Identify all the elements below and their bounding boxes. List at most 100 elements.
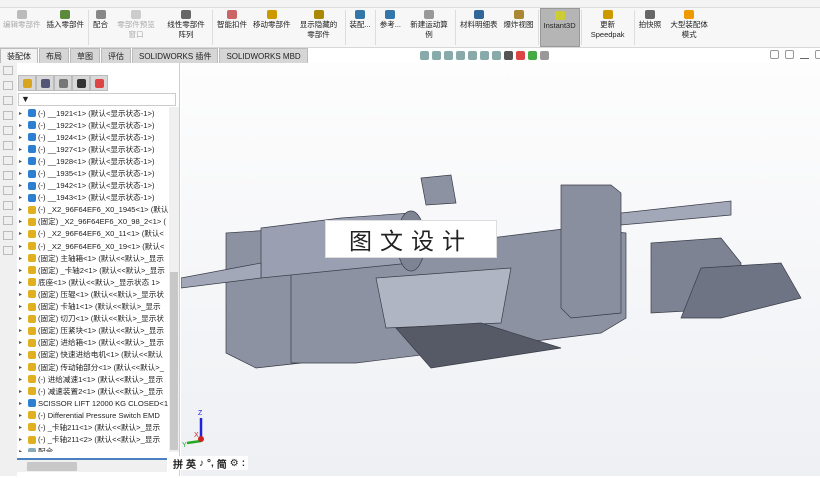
tree-item[interactable]: ▸ (固定) 传动轴部分<1> (默认<<默认>_ bbox=[17, 361, 169, 373]
expand-arrow-icon[interactable]: ▸ bbox=[17, 376, 25, 383]
expand-arrow-icon[interactable]: ▸ bbox=[17, 110, 25, 117]
command-button[interactable]: 爆炸视图 bbox=[501, 8, 537, 47]
ime-item[interactable]: 英 bbox=[186, 456, 196, 471]
tree-item[interactable]: ▸ (固定) 进给箱<1> (默认<<默认>_显示 bbox=[17, 337, 169, 349]
expand-arrow-icon[interactable]: ▸ bbox=[17, 388, 25, 395]
expand-arrow-icon[interactable]: ▸ bbox=[17, 448, 25, 452]
display-style-icon[interactable] bbox=[492, 51, 501, 60]
expand-arrow-icon[interactable]: ▸ bbox=[17, 291, 25, 298]
command-button[interactable]: Instant3D bbox=[539, 8, 580, 47]
command-button[interactable]: 智能扣件 bbox=[214, 8, 250, 47]
expand-arrow-icon[interactable]: ▸ bbox=[17, 267, 25, 274]
expand-arrow-icon[interactable]: ▸ bbox=[17, 339, 25, 346]
tree-item[interactable]: ▸ (-) __1935<1> (默认<显示状态-1>) bbox=[17, 167, 169, 179]
expand-arrow-icon[interactable]: ▸ bbox=[17, 146, 25, 153]
selection-filter-icon[interactable] bbox=[3, 171, 13, 180]
expand-arrow-icon[interactable]: ▸ bbox=[17, 158, 25, 165]
expand-arrow-icon[interactable]: ▸ bbox=[17, 243, 25, 250]
command-button[interactable]: 大型装配体模式 bbox=[664, 8, 714, 47]
selection-filter-icon[interactable] bbox=[3, 141, 13, 150]
tree-item[interactable]: ▸ (-) Differential Pressure Switch EMD bbox=[17, 409, 169, 421]
command-button[interactable]: 新建运动算例 bbox=[404, 8, 454, 47]
selection-filter-icon[interactable] bbox=[3, 231, 13, 240]
tree-item[interactable]: ▸ (-) __1943<1> (默认<显示状态-1>) bbox=[17, 192, 169, 204]
command-button[interactable]: 拍快照 bbox=[636, 8, 665, 47]
expand-arrow-icon[interactable]: ▸ bbox=[17, 230, 25, 237]
ime-item[interactable]: ♪ bbox=[199, 458, 204, 469]
command-button[interactable]: 材料明细表 bbox=[457, 8, 501, 47]
scroll-thumb[interactable] bbox=[170, 272, 178, 450]
expand-arrow-icon[interactable]: ▸ bbox=[17, 279, 25, 286]
graphics-area[interactable]: Z Y X bbox=[180, 63, 820, 476]
tile-left-icon[interactable] bbox=[770, 50, 779, 59]
expand-arrow-icon[interactable]: ▸ bbox=[17, 255, 25, 262]
tree-item[interactable]: ▸ (-) __1922<1> (默认<显示状态-1>) bbox=[17, 119, 169, 131]
tree-item[interactable]: ▸ (固定) _X2_96F64EF6_X0_98_2<1> ( bbox=[17, 216, 169, 228]
view-orientation-icon[interactable] bbox=[480, 51, 489, 60]
tree-item[interactable]: ▸ (固定) 主轴箱<1> (默认<<默认>_显示 bbox=[17, 252, 169, 264]
command-button[interactable]: 编辑零部件 bbox=[0, 8, 44, 47]
apply-scene-icon[interactable] bbox=[528, 51, 537, 60]
filter-icon[interactable]: ▼ bbox=[18, 93, 176, 106]
selection-filter-icon[interactable] bbox=[3, 96, 13, 105]
expand-arrow-icon[interactable]: ▸ bbox=[17, 436, 25, 443]
tree-item[interactable]: ▸ (固定) _卡轴2<1> (默认<<默认>_显示 bbox=[17, 264, 169, 276]
command-button[interactable]: 配合 bbox=[90, 8, 111, 47]
expand-arrow-icon[interactable]: ▸ bbox=[17, 122, 25, 129]
tree-item[interactable]: ▸ (-) __1927<1> (默认<显示状态-1>) bbox=[17, 143, 169, 155]
scroll-thumb[interactable] bbox=[27, 462, 77, 471]
selection-filter-icon[interactable] bbox=[3, 216, 13, 225]
tree-item[interactable]: ▸ (-) __1942<1> (默认<显示状态-1>) bbox=[17, 180, 169, 192]
selection-filter-icon[interactable] bbox=[3, 66, 13, 75]
ime-item[interactable]: : bbox=[242, 458, 245, 469]
expand-arrow-icon[interactable]: ▸ bbox=[17, 194, 25, 201]
tab-2[interactable]: 草图 bbox=[70, 48, 100, 63]
tab-1[interactable]: 布局 bbox=[39, 48, 69, 63]
selection-filter-icon[interactable] bbox=[3, 156, 13, 165]
property-manager-tab[interactable] bbox=[36, 75, 54, 91]
tree-item[interactable]: ▸ 底座<1> (默认<<默认>_显示状态 1> bbox=[17, 276, 169, 288]
selection-filter-icon[interactable] bbox=[3, 81, 13, 90]
minimize-icon[interactable] bbox=[800, 50, 809, 59]
expand-arrow-icon[interactable]: ▸ bbox=[17, 327, 25, 334]
expand-arrow-icon[interactable]: ▸ bbox=[17, 182, 25, 189]
dynamic-annotation-icon[interactable] bbox=[468, 51, 477, 60]
tree-item[interactable]: ▸ (-) 减速装置2<1> (默认<<默认>_显示 bbox=[17, 385, 169, 397]
tree-item[interactable]: ▸ (固定) 卡轴1<1> (默认<<默认>_显示 bbox=[17, 301, 169, 313]
ime-item[interactable]: 拼 bbox=[173, 456, 183, 471]
expand-arrow-icon[interactable]: ▸ bbox=[17, 351, 25, 358]
tree-item[interactable]: ▸ (-) _X2_96F64EF6_X0_11<1> (默认< bbox=[17, 228, 169, 240]
selection-filter-icon[interactable] bbox=[3, 201, 13, 210]
tree-item[interactable]: ▸ SCISSOR LIFT 12000 KG CLOSED<1 bbox=[17, 397, 169, 409]
command-button[interactable]: 装配... bbox=[347, 8, 374, 47]
tree-item[interactable]: ▸ (-) 进给减速1<1> (默认<<默认>_显示 bbox=[17, 373, 169, 385]
tree-item[interactable]: ▸ 配合 bbox=[17, 446, 169, 452]
expand-arrow-icon[interactable]: ▸ bbox=[17, 206, 25, 213]
tree-item[interactable]: ▸ (固定) 压辊<1> (默认<<默认>_显示状 bbox=[17, 288, 169, 300]
zoom-to-area-icon[interactable] bbox=[432, 51, 441, 60]
ime-item[interactable]: °, bbox=[207, 458, 214, 469]
expand-arrow-icon[interactable]: ▸ bbox=[17, 134, 25, 141]
restore-icon[interactable] bbox=[815, 50, 820, 59]
ime-item[interactable]: ⚙ bbox=[230, 458, 239, 469]
tree-item[interactable]: ▸ (固定) 切刀<1> (默认<<默认>_显示状 bbox=[17, 313, 169, 325]
tree-item[interactable]: ▸ (-) _X2_96F64EF6_X0_1945<1> (默认 bbox=[17, 204, 169, 216]
expand-arrow-icon[interactable]: ▸ bbox=[17, 303, 25, 310]
selection-filter-icon[interactable] bbox=[3, 246, 13, 255]
feature-manager-tab[interactable] bbox=[18, 75, 36, 91]
expand-arrow-icon[interactable]: ▸ bbox=[17, 424, 25, 431]
edit-appearance-icon[interactable] bbox=[516, 51, 525, 60]
tree-item[interactable]: ▸ (固定) 压紧块<1> (默认<<默认>_显示 bbox=[17, 325, 169, 337]
tree-item[interactable]: ▸ (-) __1921<1> (默认<显示状态-1>) bbox=[17, 107, 169, 119]
command-button[interactable]: 参考... bbox=[377, 8, 404, 47]
expand-arrow-icon[interactable]: ▸ bbox=[17, 364, 25, 371]
command-button[interactable]: 显示隐藏的零部件 bbox=[294, 8, 344, 47]
command-button[interactable]: 更新Speedpak bbox=[583, 8, 633, 47]
selection-filter-icon[interactable] bbox=[3, 186, 13, 195]
command-button[interactable]: 零部件预览窗口 bbox=[111, 8, 161, 47]
expand-arrow-icon[interactable]: ▸ bbox=[17, 315, 25, 322]
expand-arrow-icon[interactable]: ▸ bbox=[17, 412, 25, 419]
tree-item[interactable]: ▸ (-) _X2_96F64EF6_X0_19<1> (默认< bbox=[17, 240, 169, 252]
tree-vertical-scrollbar[interactable] bbox=[169, 107, 179, 452]
expand-arrow-icon[interactable]: ▸ bbox=[17, 218, 25, 225]
